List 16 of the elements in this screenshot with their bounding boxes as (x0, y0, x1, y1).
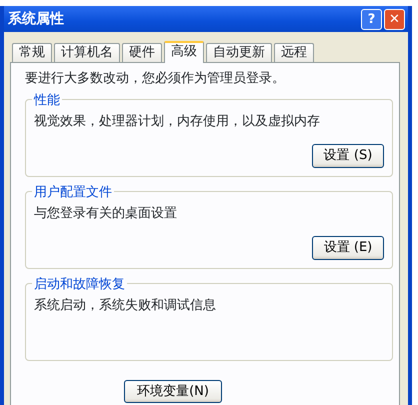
settings-button[interactable]: 设置 (E) (312, 236, 384, 260)
tab[interactable]: 高级 (164, 41, 204, 63)
group-description: 系统启动，系统失败和调试信息 (34, 296, 217, 314)
tab[interactable]: 常规 (12, 43, 52, 62)
help-button[interactable]: ? (361, 8, 382, 30)
tab[interactable]: 计算机名 (54, 43, 120, 62)
tab[interactable]: 远程 (274, 43, 314, 62)
group-description: 与您登录有关的桌面设置 (34, 204, 178, 222)
tab[interactable]: 自动更新 (206, 43, 272, 62)
settings-button[interactable]: 设置 (S) (312, 144, 384, 168)
window-title: 系统属性 (8, 10, 64, 28)
group-description: 视觉效果，处理器计划，内存使用，以及虚拟内存 (34, 112, 321, 130)
close-button[interactable]: ✕ (384, 8, 405, 30)
tab[interactable]: 硬件 (122, 43, 162, 62)
admin-note: 要进行大多数改动，您必须作为管理员登录。 (25, 70, 286, 88)
environment-variables-button[interactable]: 环境变量(N) (124, 380, 222, 403)
